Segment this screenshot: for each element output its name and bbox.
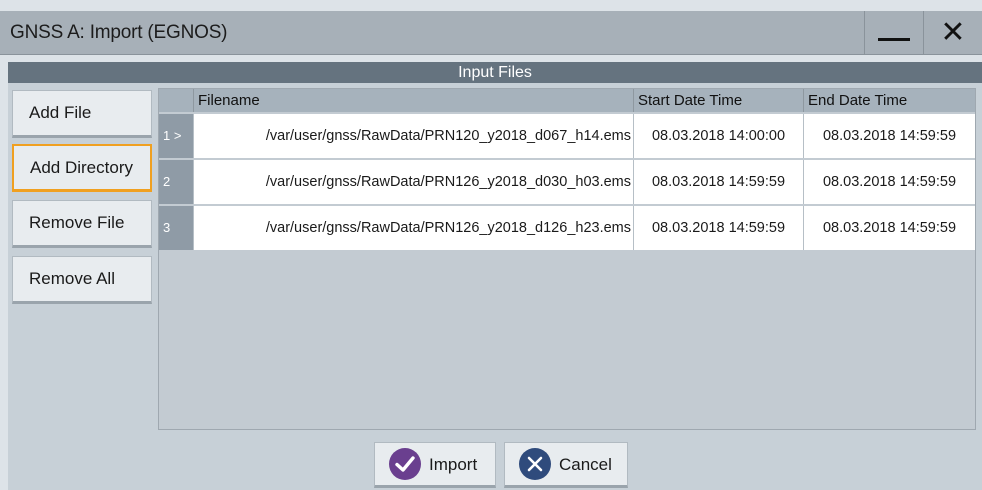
cancel-button[interactable]: Cancel: [504, 442, 628, 488]
dialog-content: Input Files Add File Add Directory Remov…: [8, 62, 982, 490]
end-date-time-cell[interactable]: 08.03.2018 14:59:59: [803, 206, 975, 250]
import-label: Import: [429, 455, 478, 474]
add-directory-button[interactable]: Add Directory: [12, 144, 152, 192]
add-file-button[interactable]: Add File: [12, 90, 152, 138]
cancel-label: Cancel: [559, 455, 612, 474]
minimize-icon: [878, 38, 910, 41]
row-index: 3: [159, 206, 193, 250]
section-title: Input Files: [8, 62, 982, 83]
filename-cell[interactable]: /var/user/gnss/RawData/PRN120_y2018_d067…: [193, 114, 633, 158]
import-button[interactable]: Import: [374, 442, 496, 488]
close-button[interactable]: ✕: [923, 11, 981, 54]
end-date-time-cell[interactable]: 08.03.2018 14:59:59: [803, 160, 975, 204]
filename-cell[interactable]: /var/user/gnss/RawData/PRN126_y2018_d030…: [193, 160, 633, 204]
x-circle-icon: [519, 448, 551, 480]
title-bar: GNSS A: Import (EGNOS) ✕: [0, 11, 982, 55]
close-icon: ✕: [940, 16, 966, 49]
import-dialog: GNSS A: Import (EGNOS) ✕ Input Files Add…: [0, 0, 982, 490]
start-date-time-cell[interactable]: 08.03.2018 14:59:59: [633, 206, 803, 250]
start-date-time-cell[interactable]: 08.03.2018 14:00:00: [633, 114, 803, 158]
filename-cell[interactable]: /var/user/gnss/RawData/PRN126_y2018_d126…: [193, 206, 633, 250]
remove-file-button[interactable]: Remove File: [12, 200, 152, 248]
row-index: 2: [159, 160, 193, 204]
end-date-time-cell[interactable]: 08.03.2018 14:59:59: [803, 114, 975, 158]
column-header-end-date-time[interactable]: End Date Time: [803, 89, 975, 112]
start-date-time-cell[interactable]: 08.03.2018 14:59:59: [633, 160, 803, 204]
table-row[interactable]: 2 /var/user/gnss/RawData/PRN126_y2018_d0…: [159, 160, 975, 204]
remove-all-button[interactable]: Remove All: [12, 256, 152, 304]
table-row[interactable]: 1 > /var/user/gnss/RawData/PRN120_y2018_…: [159, 114, 975, 158]
column-header-filename[interactable]: Filename: [193, 89, 633, 112]
table-header: Filename Start Date Time End Date Time: [159, 89, 975, 112]
input-files-table: Filename Start Date Time End Date Time 1…: [158, 88, 976, 430]
column-header-start-date-time[interactable]: Start Date Time: [633, 89, 803, 112]
minimize-button[interactable]: [864, 11, 922, 54]
window-title: GNSS A: Import (EGNOS): [10, 22, 228, 43]
table-row[interactable]: 3 /var/user/gnss/RawData/PRN126_y2018_d1…: [159, 206, 975, 250]
check-circle-icon: [389, 448, 421, 480]
row-index: 1 >: [159, 114, 193, 158]
